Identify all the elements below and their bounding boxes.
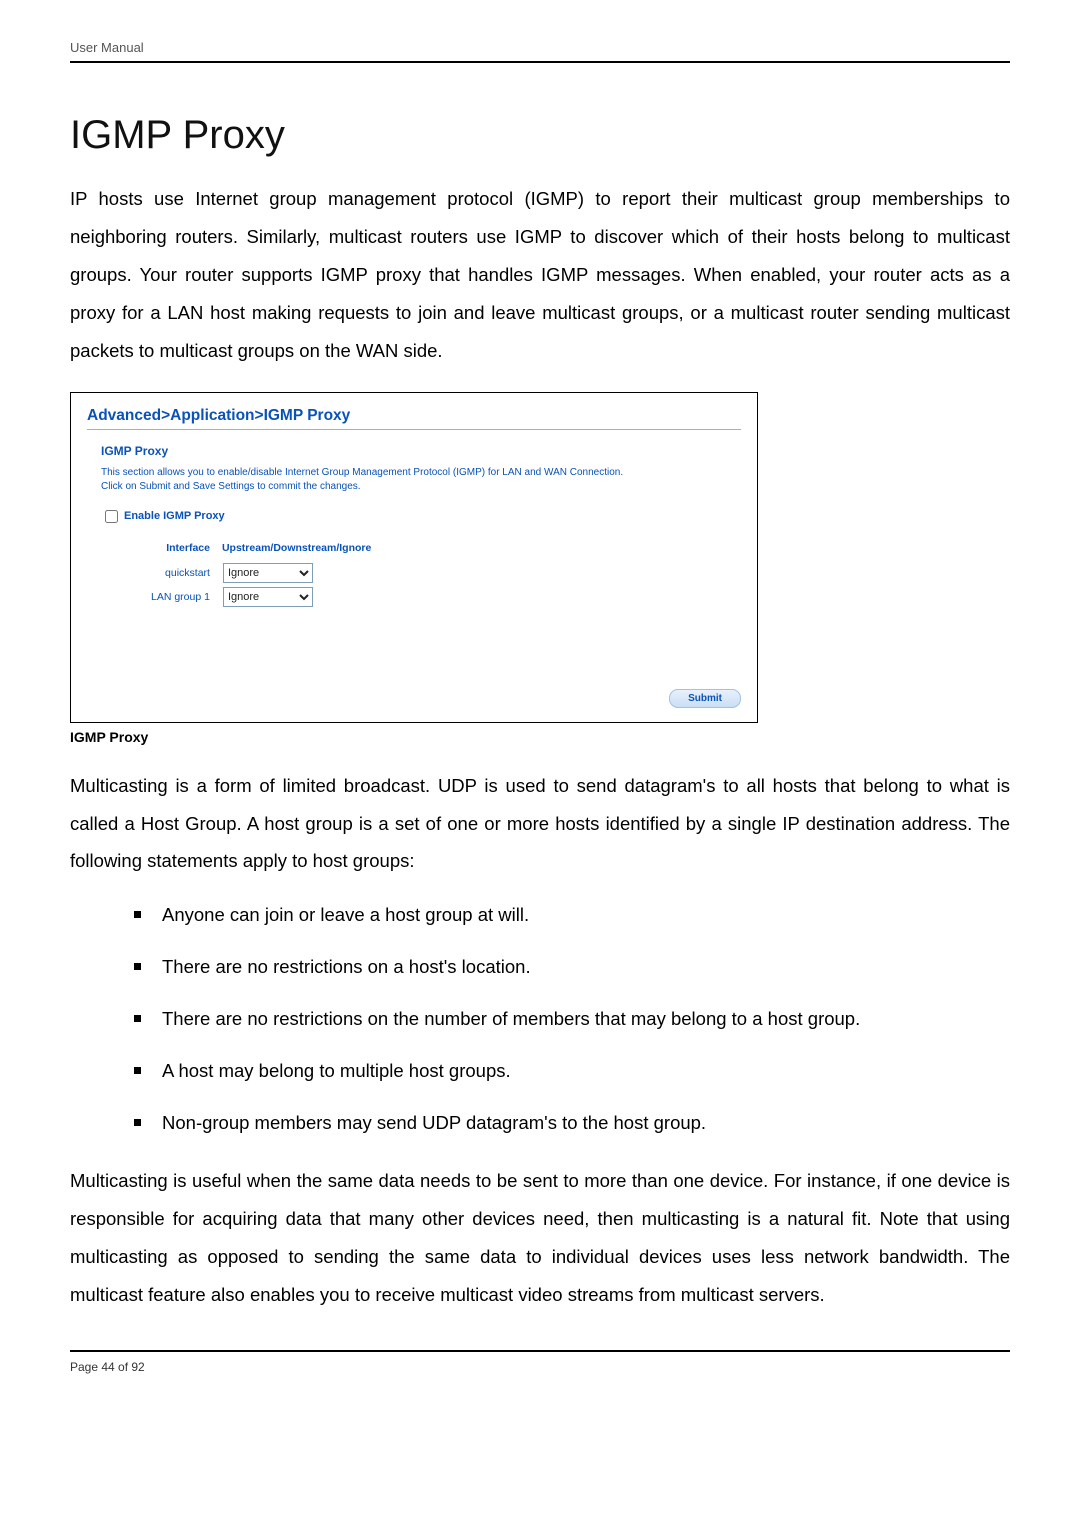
bullet-list: Anyone can join or leave a host group at… — [70, 902, 1010, 1135]
list-item: Anyone can join or leave a host group at… — [134, 902, 1010, 928]
iface-label: quickstart — [151, 562, 220, 584]
igmp-proxy-panel: Advanced>Application>IGMP Proxy IGMP Pro… — [70, 392, 758, 723]
enable-igmp-row: Enable IGMP Proxy — [101, 507, 741, 526]
page-footer: Page 44 of 92 — [70, 1360, 1010, 1374]
iface-label: LAN group 1 — [151, 586, 220, 608]
enable-igmp-checkbox[interactable] — [105, 510, 118, 523]
submit-button[interactable]: Submit — [669, 689, 741, 708]
mode-select-quickstart[interactable]: Ignore — [223, 563, 313, 583]
para-useful: Multicasting is useful when the same dat… — [70, 1162, 1010, 1314]
header-rule — [70, 61, 1010, 63]
figure-caption: IGMP Proxy — [70, 729, 1010, 745]
list-item: There are no restrictions on the number … — [134, 1006, 1010, 1032]
table-row: quickstart Ignore — [151, 562, 381, 584]
table-row: LAN group 1 Ignore — [151, 586, 381, 608]
page-header: User Manual — [70, 40, 1010, 61]
page-title: IGMP Proxy — [70, 113, 1010, 158]
panel-divider — [87, 429, 741, 430]
footer-rule — [70, 1350, 1010, 1352]
col-mode-header: Upstream/Downstream/Ignore — [222, 540, 381, 560]
mode-select-langroup1[interactable]: Ignore — [223, 587, 313, 607]
interface-table: Interface Upstream/Downstream/Ignore qui… — [149, 538, 383, 610]
panel-description: This section allows you to enable/disabl… — [101, 466, 741, 495]
list-item: A host may belong to multiple host group… — [134, 1058, 1010, 1084]
panel-breadcrumb: Advanced>Application>IGMP Proxy — [87, 407, 741, 425]
intro-paragraph: IP hosts use Internet group management p… — [70, 180, 1010, 370]
list-item: There are no restrictions on a host's lo… — [134, 954, 1010, 980]
para-hostgroups: Multicasting is a form of limited broadc… — [70, 767, 1010, 881]
col-interface-header: Interface — [151, 540, 220, 560]
list-item: Non-group members may send UDP datagram'… — [134, 1110, 1010, 1136]
enable-igmp-label: Enable IGMP Proxy — [124, 510, 225, 522]
panel-desc-line1: This section allows you to enable/disabl… — [101, 467, 623, 478]
panel-section-title: IGMP Proxy — [101, 444, 741, 458]
panel-desc-line2: Click on Submit and Save Settings to com… — [101, 481, 361, 492]
